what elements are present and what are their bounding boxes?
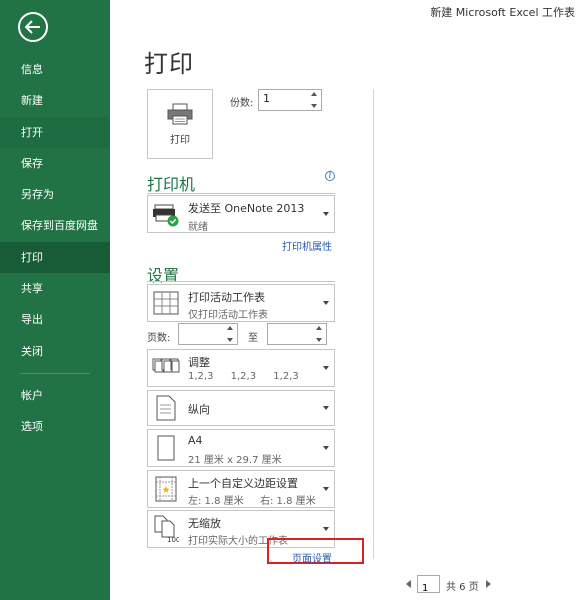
chevron-down-icon — [323, 446, 329, 450]
collate-icon — [152, 358, 180, 373]
sidebar-item-save-as[interactable]: 另存为 — [0, 179, 110, 210]
pages-to-input[interactable] — [271, 326, 311, 339]
print-scope-main: 打印活动工作表 — [188, 291, 265, 304]
print-scope-sub: 仅打印活动工作表 — [188, 310, 268, 321]
sidebar-divider — [20, 372, 90, 374]
chevron-down-icon — [323, 212, 329, 216]
backstage-sidebar: 信息 新建 打开 保存 另存为 保存到百度网盘 打印 共享 导出 关闭 帐户 选… — [0, 0, 110, 600]
settings-section-title: 设置 — [147, 266, 180, 285]
chevron-down-icon — [323, 366, 329, 370]
sidebar-item-print[interactable]: 打印 — [0, 241, 110, 274]
sidebar-item-info[interactable]: 信息 — [0, 54, 110, 85]
pages-from-input[interactable] — [182, 326, 222, 339]
sidebar-item-options[interactable]: 选项 — [0, 411, 110, 442]
chevron-down-icon — [323, 301, 329, 305]
orientation-dropdown[interactable]: 纵向 — [147, 390, 335, 426]
margins-icon — [155, 476, 177, 502]
collate-main: 调整 — [188, 356, 210, 369]
arrow-left-icon — [25, 20, 40, 34]
printer-status: 就绪 — [188, 222, 208, 233]
previous-page-icon[interactable] — [406, 580, 411, 588]
pages-label: 页数: — [147, 333, 171, 344]
print-button[interactable]: 打印 — [147, 89, 213, 159]
margins-sub-right: 右: 1.8 厘米 — [260, 496, 316, 507]
paper-size-dropdown[interactable]: A4 21 厘米 x 29.7 厘米 — [147, 429, 335, 467]
settings-section-divider — [147, 281, 335, 282]
pages-to-decrement[interactable] — [316, 338, 322, 342]
sidebar-nav: 信息 新建 打开 保存 另存为 保存到百度网盘 打印 共享 导出 关闭 帐户 选… — [0, 54, 110, 443]
collate-sub-3: 1,2,3 — [273, 371, 299, 382]
worksheet-icon — [153, 291, 179, 315]
paper-size-main: A4 — [188, 434, 203, 447]
collate-sub-1: 1,2,3 — [188, 371, 214, 382]
sidebar-item-new[interactable]: 新建 — [0, 85, 110, 116]
printer-ready-icon — [153, 204, 179, 227]
pages-from-increment[interactable] — [227, 326, 233, 330]
printer-icon — [167, 103, 193, 124]
margins-dropdown[interactable]: 上一个自定义边距设置 左: 1.8 厘米 右: 1.8 厘米 — [147, 470, 335, 508]
orientation-main: 纵向 — [188, 403, 210, 416]
chevron-down-icon — [323, 406, 329, 410]
copies-stepper — [258, 89, 322, 111]
next-page-icon[interactable] — [486, 580, 491, 588]
current-page-field — [417, 575, 440, 594]
pages-to-stepper — [267, 323, 327, 345]
margins-sub-left: 左: 1.8 厘米 — [188, 496, 244, 507]
page-title: 打印 — [144, 50, 194, 78]
chevron-down-icon — [323, 487, 329, 491]
sidebar-item-account[interactable]: 帐户 — [0, 380, 110, 411]
svg-text:100: 100 — [167, 536, 179, 543]
printer-name: 发送至 OneNote 2013 — [188, 202, 305, 215]
info-icon[interactable]: i — [325, 171, 335, 181]
collate-dropdown[interactable]: 调整 1,2,3 1,2,3 1,2,3 — [147, 349, 335, 387]
total-pages: 共 6 页 — [446, 582, 479, 593]
sidebar-item-share[interactable]: 共享 — [0, 273, 110, 304]
printer-section-divider — [147, 193, 335, 194]
scaling-main: 无缩放 — [188, 517, 221, 530]
copies-decrement[interactable] — [311, 104, 317, 108]
copies-increment[interactable] — [311, 92, 317, 96]
pages-to-label: 至 — [248, 333, 258, 344]
pages-from-stepper — [178, 323, 238, 345]
copies-input[interactable] — [263, 92, 303, 105]
printer-properties-link[interactable]: 打印机属性 — [282, 238, 332, 253]
printer-dropdown[interactable]: 发送至 OneNote 2013 就绪 — [147, 195, 335, 233]
sidebar-item-close[interactable]: 关闭 — [0, 336, 110, 367]
print-pane: 打印 打印 份数: 打印机 i 发送 — [110, 0, 581, 600]
paper-size-sub: 21 厘米 x 29.7 厘米 — [188, 455, 282, 466]
sidebar-item-save[interactable]: 保存 — [0, 148, 110, 179]
pages-from-decrement[interactable] — [227, 338, 233, 342]
collate-sub-2: 1,2,3 — [230, 371, 257, 382]
preview-divider — [373, 89, 374, 559]
current-page-input[interactable] — [418, 581, 439, 594]
pages-to-increment[interactable] — [316, 326, 322, 330]
copies-label: 份数: — [230, 98, 254, 109]
portrait-page-icon — [156, 395, 176, 421]
printer-section-title: 打印机 — [147, 175, 196, 194]
print-button-label: 打印 — [170, 134, 190, 146]
back-button[interactable] — [18, 12, 48, 42]
chevron-down-icon — [323, 527, 329, 531]
sidebar-item-open[interactable]: 打开 — [0, 116, 110, 148]
sidebar-item-save-to-baidu[interactable]: 保存到百度网盘 — [0, 210, 110, 241]
no-scaling-icon: 100 — [154, 515, 179, 543]
print-scope-dropdown[interactable]: 打印活动工作表 仅打印活动工作表 — [147, 284, 335, 322]
sidebar-item-export[interactable]: 导出 — [0, 304, 110, 335]
paper-size-icon — [157, 435, 175, 461]
collate-sub: 1,2,3 1,2,3 1,2,3 — [188, 371, 313, 382]
margins-main: 上一个自定义边距设置 — [188, 477, 298, 490]
page-setup-link[interactable]: 页面设置 — [292, 550, 332, 565]
